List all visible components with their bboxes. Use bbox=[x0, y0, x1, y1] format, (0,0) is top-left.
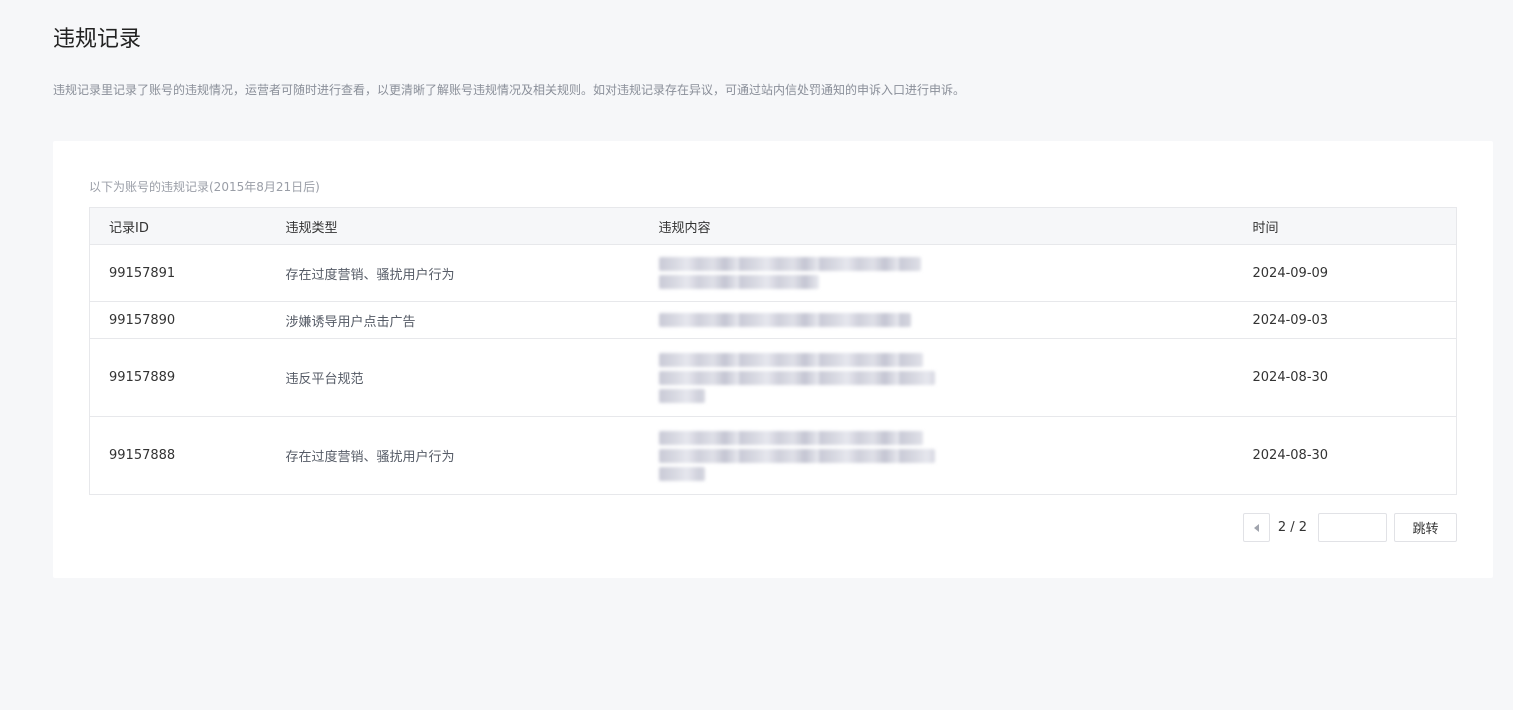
cell-record-id: 99157889 bbox=[89, 338, 286, 417]
cell-record-id: 99157890 bbox=[89, 301, 286, 339]
table-row: 99157888 存在过度营销、骚扰用户行为 2024-08-30 bbox=[89, 416, 1457, 495]
table-row: 99157889 违反平台规范 2024-08-30 bbox=[89, 338, 1457, 417]
header-time: 时间 bbox=[1252, 207, 1457, 245]
prev-page-button[interactable] bbox=[1242, 513, 1270, 542]
page-title: 违规记录 bbox=[53, 27, 142, 52]
header-record-id: 记录ID bbox=[89, 207, 286, 245]
header-violation-type: 违规类型 bbox=[285, 207, 659, 245]
cell-time: 2024-09-09 bbox=[1252, 244, 1457, 302]
chevron-left-icon bbox=[1253, 523, 1259, 532]
table-row: 99157890 涉嫌诱导用户点击广告 2024-09-03 bbox=[89, 301, 1457, 339]
cell-time: 2024-09-03 bbox=[1252, 301, 1457, 339]
cell-violation-content bbox=[658, 338, 1253, 417]
records-table: 记录ID 违规类型 违规内容 时间 99157891 存在过度营销、骚扰用户行为 bbox=[89, 207, 1457, 495]
cell-violation-content bbox=[658, 416, 1253, 495]
cell-time: 2024-08-30 bbox=[1252, 416, 1457, 495]
cell-violation-content bbox=[658, 244, 1253, 302]
cell-violation-type: 违反平台规范 bbox=[285, 338, 659, 417]
cell-record-id: 99157888 bbox=[89, 416, 286, 495]
cell-violation-type: 存在过度营销、骚扰用户行为 bbox=[285, 416, 659, 495]
cell-violation-type: 涉嫌诱导用户点击广告 bbox=[285, 301, 659, 339]
blurred-content bbox=[658, 247, 1253, 299]
blurred-content bbox=[658, 313, 1253, 327]
page-jump-input[interactable] bbox=[1318, 513, 1387, 542]
header-violation-content: 违规内容 bbox=[658, 207, 1253, 245]
violation-records-page: 违规记录 违规记录里记录了账号的违规情况，运营者可随时进行查看，以更清晰了解账号… bbox=[0, 0, 1513, 710]
table-caption: 以下为账号的违规记录(2015年8月21日后) bbox=[89, 180, 320, 194]
page-indicator: 2 / 2 bbox=[1277, 520, 1307, 535]
records-card: 以下为账号的违规记录(2015年8月21日后) 记录ID 违规类型 违规内容 时… bbox=[53, 141, 1493, 578]
blurred-content bbox=[658, 421, 1253, 491]
table-row: 99157891 存在过度营销、骚扰用户行为 2024-09-09 bbox=[89, 244, 1457, 302]
jump-button[interactable]: 跳转 bbox=[1394, 513, 1457, 542]
cell-record-id: 99157891 bbox=[89, 244, 286, 302]
cell-violation-type: 存在过度营销、骚扰用户行为 bbox=[285, 244, 659, 302]
pagination: 2 / 2 跳转 bbox=[1242, 513, 1457, 542]
cell-violation-content bbox=[658, 301, 1253, 339]
blurred-content bbox=[658, 343, 1253, 413]
table-header-row: 记录ID 违规类型 违规内容 时间 bbox=[89, 207, 1457, 245]
cell-time: 2024-08-30 bbox=[1252, 338, 1457, 417]
page-description: 违规记录里记录了账号的违规情况，运营者可随时进行查看，以更清晰了解账号违规情况及… bbox=[53, 83, 966, 97]
